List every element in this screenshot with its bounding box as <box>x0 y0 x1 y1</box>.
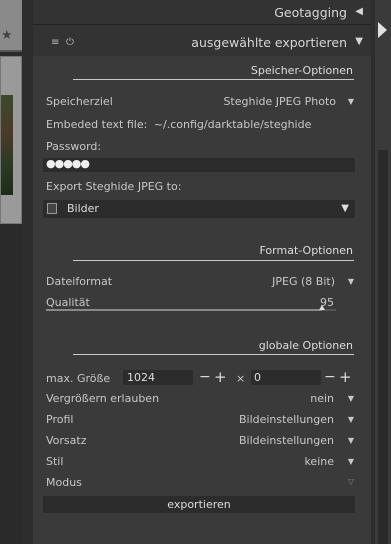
star-icon[interactable]: ★ <box>1 28 13 43</box>
plus-icon[interactable]: + <box>214 368 227 386</box>
times-sign: × <box>236 372 246 385</box>
hamburger-icon[interactable]: ≡ <box>51 37 59 48</box>
storage-target-value[interactable]: Steghide JPEG Photo <box>223 95 336 108</box>
reset-icon[interactable]: ⏻ <box>66 37 74 48</box>
upscale-label: Vergrößern erlauben <box>46 392 160 405</box>
profile-value[interactable]: Bildeinstellungen <box>239 413 334 426</box>
global-section-title: globale Optionen <box>258 339 353 352</box>
thumbnail[interactable]: ★ <box>0 0 22 52</box>
max-width-value: 1024 <box>127 371 155 384</box>
file-format-value[interactable]: JPEG (8 Bit) <box>272 275 335 288</box>
scrollbar[interactable] <box>378 150 388 544</box>
thumbnail-image <box>1 95 13 195</box>
triangle-down-icon[interactable]: ▼ <box>348 436 354 445</box>
max-size-label: max. Größe <box>46 372 111 385</box>
triangle-down-icon: ▼ <box>341 203 349 214</box>
format-section-title: Format-Optionen <box>259 244 354 257</box>
intent-value[interactable]: Bildeinstellungen <box>239 434 334 447</box>
triangle-down-icon[interactable]: ▼ <box>348 457 354 466</box>
storage-target-label: Speicherziel <box>46 95 113 108</box>
thumbnail[interactable] <box>0 56 22 224</box>
export-to-value: Bilder <box>67 202 99 215</box>
intent-label: Vorsatz <box>46 434 87 447</box>
max-height-value: 0 <box>254 371 261 384</box>
password-value: ●●●●● <box>46 157 90 170</box>
max-height-input[interactable]: 0 <box>251 370 321 385</box>
export-to-label: Export Steghide JPEG to: <box>46 180 182 193</box>
triangle-left-icon: ◀ <box>355 6 363 17</box>
triangle-down-icon[interactable]: ▼ <box>348 415 354 424</box>
right-edge-strip <box>375 0 391 544</box>
plus-icon[interactable]: + <box>339 368 352 386</box>
profile-label: Profil <box>46 413 74 426</box>
divider <box>73 79 354 80</box>
triangle-down-icon[interactable]: ▼ <box>348 277 354 286</box>
triangle-down-icon[interactable]: ▼ <box>348 97 354 106</box>
divider <box>73 260 354 261</box>
export-to-select[interactable]: Bilder ▼ <box>43 200 355 218</box>
storage-section-title: Speicher-Optionen <box>250 64 353 77</box>
embedded-file-label: Embeded text file: ~/.config/darktable/s… <box>46 118 311 131</box>
style-label: Stil <box>46 455 64 468</box>
password-field[interactable]: ●●●●● <box>43 157 355 172</box>
embedded-file-label-text: Embeded text file: <box>46 118 148 131</box>
export-module-body: Speicher-Optionen Speicherziel Steghide … <box>33 56 371 544</box>
geotagging-header[interactable]: Geotagging ◀ <box>33 0 371 25</box>
triangle-right-icon[interactable] <box>378 22 387 38</box>
quality-slider-handle[interactable] <box>319 305 325 310</box>
password-label: Password: <box>46 140 102 153</box>
quality-slider-fill <box>46 309 322 311</box>
minus-icon[interactable]: − <box>324 369 336 385</box>
mode-label: Modus <box>46 476 82 489</box>
triangle-down-icon: ▼ <box>355 36 363 47</box>
quality-label: Qualität <box>46 296 90 309</box>
file-format-label: Dateiformat <box>46 275 113 288</box>
style-value[interactable]: keine <box>304 455 334 468</box>
upscale-value[interactable]: nein <box>310 392 334 405</box>
export-button[interactable]: exportieren <box>43 496 355 513</box>
triangle-down-icon[interactable]: ▼ <box>348 394 354 403</box>
folder-icon <box>47 203 57 214</box>
geotagging-title: Geotagging <box>274 5 347 20</box>
max-width-input[interactable]: 1024 <box>123 370 193 385</box>
minus-icon[interactable]: − <box>199 369 211 385</box>
embedded-file-value: ~/.config/darktable/steghide <box>153 118 312 131</box>
right-panel: Geotagging ◀ ≡ ⏻ ausgewählte exportieren… <box>33 0 371 544</box>
triangle-down-outline-icon[interactable]: ▽ <box>348 477 354 486</box>
divider <box>73 354 354 355</box>
export-title: ausgewählte exportieren <box>191 35 347 50</box>
quality-slider[interactable] <box>46 305 336 311</box>
filmstrip: ★ <box>0 0 22 544</box>
export-header[interactable]: ≡ ⏻ ausgewählte exportieren ▼ <box>33 30 371 55</box>
